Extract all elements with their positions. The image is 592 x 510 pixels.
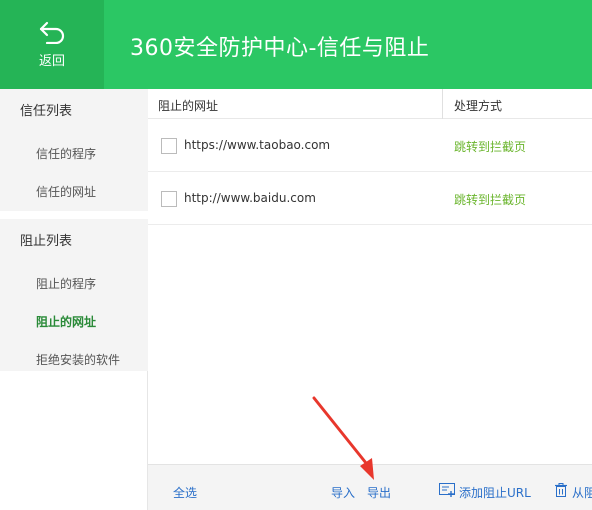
row-action-link[interactable]: 跳转到拦截页 xyxy=(454,191,526,208)
add-list-icon[interactable] xyxy=(439,483,455,497)
page-title: 360安全防护中心-信任与阻止 xyxy=(130,36,430,61)
back-arrow-icon xyxy=(39,21,65,44)
sidebar-item-blocked-urls[interactable]: 阻止的网址 xyxy=(0,303,148,341)
export-button[interactable]: 导出 xyxy=(367,484,391,501)
table-row: http://www.baidu.com 跳转到拦截页 xyxy=(148,172,592,225)
select-all-button[interactable]: 全选 xyxy=(173,484,197,501)
row-action-link[interactable]: 跳转到拦截页 xyxy=(454,138,526,155)
sidebar-group-block: 阻止列表 xyxy=(20,234,73,249)
row-checkbox[interactable] xyxy=(161,138,177,154)
footer-toolbar: 全选 导入 导出 添加阻止URL 从阻 xyxy=(148,464,592,510)
table-row: https://www.taobao.com 跳转到拦截页 xyxy=(148,119,592,172)
blocked-url-table: 阻止的网址 处理方式 https://www.taobao.com 跳转到拦截页… xyxy=(148,89,592,510)
back-label: 返回 xyxy=(38,54,65,69)
remove-from-blocked-button[interactable]: 从阻 xyxy=(572,484,592,501)
sidebar: 信任列表 信任的程序 信任的网址 阻止列表 阻止的程序 阻止的网址 拒绝安装的软… xyxy=(0,89,148,510)
sidebar-item-blocked-programs[interactable]: 阻止的程序 xyxy=(0,265,148,303)
row-url: https://www.taobao.com xyxy=(184,138,331,152)
row-url: http://www.baidu.com xyxy=(184,191,316,205)
sidebar-item-trusted-programs[interactable]: 信任的程序 xyxy=(0,135,148,173)
header: 返回 360安全防护中心-信任与阻止 xyxy=(0,0,592,89)
column-header-action: 处理方式 xyxy=(454,99,503,113)
table-header: 阻止的网址 处理方式 xyxy=(148,89,592,119)
sidebar-separator xyxy=(0,211,148,219)
trash-icon[interactable] xyxy=(553,483,569,497)
row-checkbox[interactable] xyxy=(161,191,177,207)
add-blocked-url-button[interactable]: 添加阻止URL xyxy=(459,484,531,501)
back-button[interactable]: 返回 xyxy=(0,0,104,89)
sidebar-group-trust: 信任列表 xyxy=(20,104,73,119)
sidebar-blank-area xyxy=(0,371,148,510)
import-button[interactable]: 导入 xyxy=(331,484,355,501)
column-header-url: 阻止的网址 xyxy=(158,99,219,113)
column-divider xyxy=(442,89,443,119)
sidebar-item-trusted-urls[interactable]: 信任的网址 xyxy=(0,173,148,211)
